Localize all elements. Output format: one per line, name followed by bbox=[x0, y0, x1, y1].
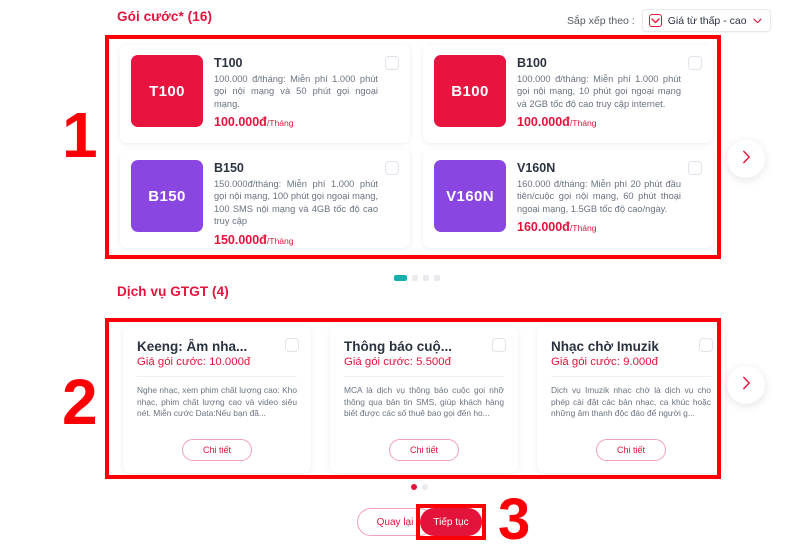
package-description: 100.000 đ/tháng: Miễn phí 1.000 phút gọi… bbox=[517, 74, 681, 109]
package-price: 160.000đ/Tháng bbox=[517, 220, 703, 234]
package-cards-row-2: B150 B150 150.000đ/tháng: Miễn phí 1.000… bbox=[120, 150, 713, 248]
package-checkbox[interactable] bbox=[385, 56, 399, 70]
service-checkbox[interactable] bbox=[285, 338, 299, 352]
package-checkbox[interactable] bbox=[385, 161, 399, 175]
package-checkbox[interactable] bbox=[688, 56, 702, 70]
services-section-title: Dịch vụ GTGT (4) bbox=[117, 284, 229, 299]
package-card[interactable]: B150 B150 150.000đ/tháng: Miễn phí 1.000… bbox=[120, 150, 410, 248]
service-price: Giá gói cước: 5.500đ bbox=[344, 356, 451, 368]
package-description: 160.000 đ/tháng: Miễn phí 20 phút đầu ti… bbox=[517, 179, 681, 214]
package-description: 100.000 đ/tháng: Miễn phí 1.000 phút gọi… bbox=[214, 74, 378, 109]
annotation-number-1: 1 bbox=[62, 99, 98, 171]
service-name: Keeng: Âm nha... bbox=[137, 339, 248, 354]
package-price: 150.000đ/Tháng bbox=[214, 233, 400, 247]
package-thumbnail: B100 bbox=[434, 55, 506, 127]
services-carousel-next-button[interactable] bbox=[727, 366, 765, 404]
service-detail-button[interactable]: Chi tiết bbox=[181, 439, 252, 461]
sort-control: Sắp xếp theo : Giá từ thấp - cao bbox=[567, 9, 771, 32]
annotation-number-3: 3 bbox=[498, 487, 531, 550]
packages-section-title: Gói cước* (16) bbox=[117, 9, 213, 24]
sort-box-icon bbox=[648, 14, 662, 27]
chevron-right-icon bbox=[742, 150, 751, 169]
services-pagination-dots bbox=[411, 484, 428, 490]
divider bbox=[137, 376, 297, 377]
package-cards-row-1: T100 T100 100.000 đ/tháng: Miễn phí 1.00… bbox=[120, 45, 713, 143]
package-price-unit: /Tháng bbox=[266, 118, 294, 129]
service-description: Dịch vụ Imuzik nhạc chờ là dịch vụ cho p… bbox=[551, 385, 711, 419]
service-cards-row: Keeng: Âm nha... Giá gói cước: 10.000đ N… bbox=[123, 326, 725, 473]
divider bbox=[344, 376, 504, 377]
service-price: Giá gói cước: 9.000đ bbox=[551, 356, 658, 368]
packages-pagination-dots bbox=[394, 275, 440, 281]
pagination-dot-active[interactable] bbox=[394, 275, 407, 281]
package-price-amount: 100.000đ bbox=[214, 115, 267, 130]
service-detail-button[interactable]: Chi tiết bbox=[388, 439, 459, 461]
chevron-right-icon bbox=[742, 376, 751, 395]
package-price-unit: /Tháng bbox=[569, 223, 597, 234]
pagination-dot[interactable] bbox=[434, 275, 440, 281]
package-price: 100.000đ/Tháng bbox=[214, 115, 400, 129]
package-price-unit: /Tháng bbox=[266, 235, 294, 246]
package-thumbnail: V160N bbox=[434, 160, 506, 232]
divider bbox=[551, 376, 711, 377]
pagination-dot[interactable] bbox=[412, 275, 418, 281]
package-price: 100.000đ/Tháng bbox=[517, 115, 703, 129]
package-name: T100 bbox=[214, 56, 243, 70]
chevron-down-icon bbox=[752, 18, 762, 24]
service-description: MCA là dịch vụ thông báo cuộc gọi nhỡ th… bbox=[344, 385, 504, 419]
service-price: Giá gói cước: 10.000đ bbox=[137, 356, 251, 368]
package-name: B150 bbox=[214, 161, 244, 175]
service-description: Nghe nhạc, xem phim chất lượng cao: Kho … bbox=[137, 385, 297, 419]
service-checkbox[interactable] bbox=[699, 338, 713, 352]
packages-carousel-next-button[interactable] bbox=[727, 140, 765, 178]
service-detail-button[interactable]: Chi tiết bbox=[595, 439, 666, 461]
package-name: V160N bbox=[517, 161, 556, 175]
package-thumbnail: B150 bbox=[131, 160, 203, 232]
package-name: B100 bbox=[517, 56, 547, 70]
service-checkbox[interactable] bbox=[492, 338, 506, 352]
package-price-amount: 150.000đ bbox=[214, 232, 267, 247]
package-price-amount: 100.000đ bbox=[517, 115, 570, 130]
service-name: Nhạc chờ Imuzik bbox=[551, 339, 659, 354]
pagination-dot[interactable] bbox=[423, 275, 429, 281]
package-price-amount: 160.000đ bbox=[517, 220, 570, 235]
package-price-unit: /Tháng bbox=[569, 118, 597, 129]
package-card[interactable]: T100 T100 100.000 đ/tháng: Miễn phí 1.00… bbox=[120, 45, 410, 143]
sort-label: Sắp xếp theo : bbox=[567, 14, 635, 27]
sort-dropdown[interactable]: Giá từ thấp - cao bbox=[641, 9, 771, 32]
service-card[interactable]: Nhạc chờ Imuzik Giá gói cước: 9.000đ Dịc… bbox=[537, 326, 725, 473]
page-root: Gói cước* (16) Sắp xếp theo : Giá từ thấ… bbox=[0, 0, 800, 550]
package-card[interactable]: V160N V160N 160.000 đ/tháng: Miễn phí 20… bbox=[423, 150, 713, 248]
continue-button[interactable]: Tiếp tục bbox=[420, 508, 482, 536]
service-card[interactable]: Keeng: Âm nha... Giá gói cước: 10.000đ N… bbox=[123, 326, 311, 473]
service-name: Thông báo cuộ... bbox=[344, 339, 452, 354]
package-card[interactable]: B100 B100 100.000 đ/tháng: Miễn phí 1.00… bbox=[423, 45, 713, 143]
pagination-dot[interactable] bbox=[422, 484, 428, 490]
service-card[interactable]: Thông báo cuộ... Giá gói cước: 5.500đ MC… bbox=[330, 326, 518, 473]
package-description: 150.000đ/tháng: Miễn phí 1.000 phút gọi … bbox=[214, 179, 378, 227]
pagination-dot-active[interactable] bbox=[411, 484, 417, 490]
annotation-number-2: 2 bbox=[62, 366, 98, 438]
package-thumbnail: T100 bbox=[131, 55, 203, 127]
sort-selected-value: Giá từ thấp - cao bbox=[667, 14, 747, 27]
package-checkbox[interactable] bbox=[688, 161, 702, 175]
